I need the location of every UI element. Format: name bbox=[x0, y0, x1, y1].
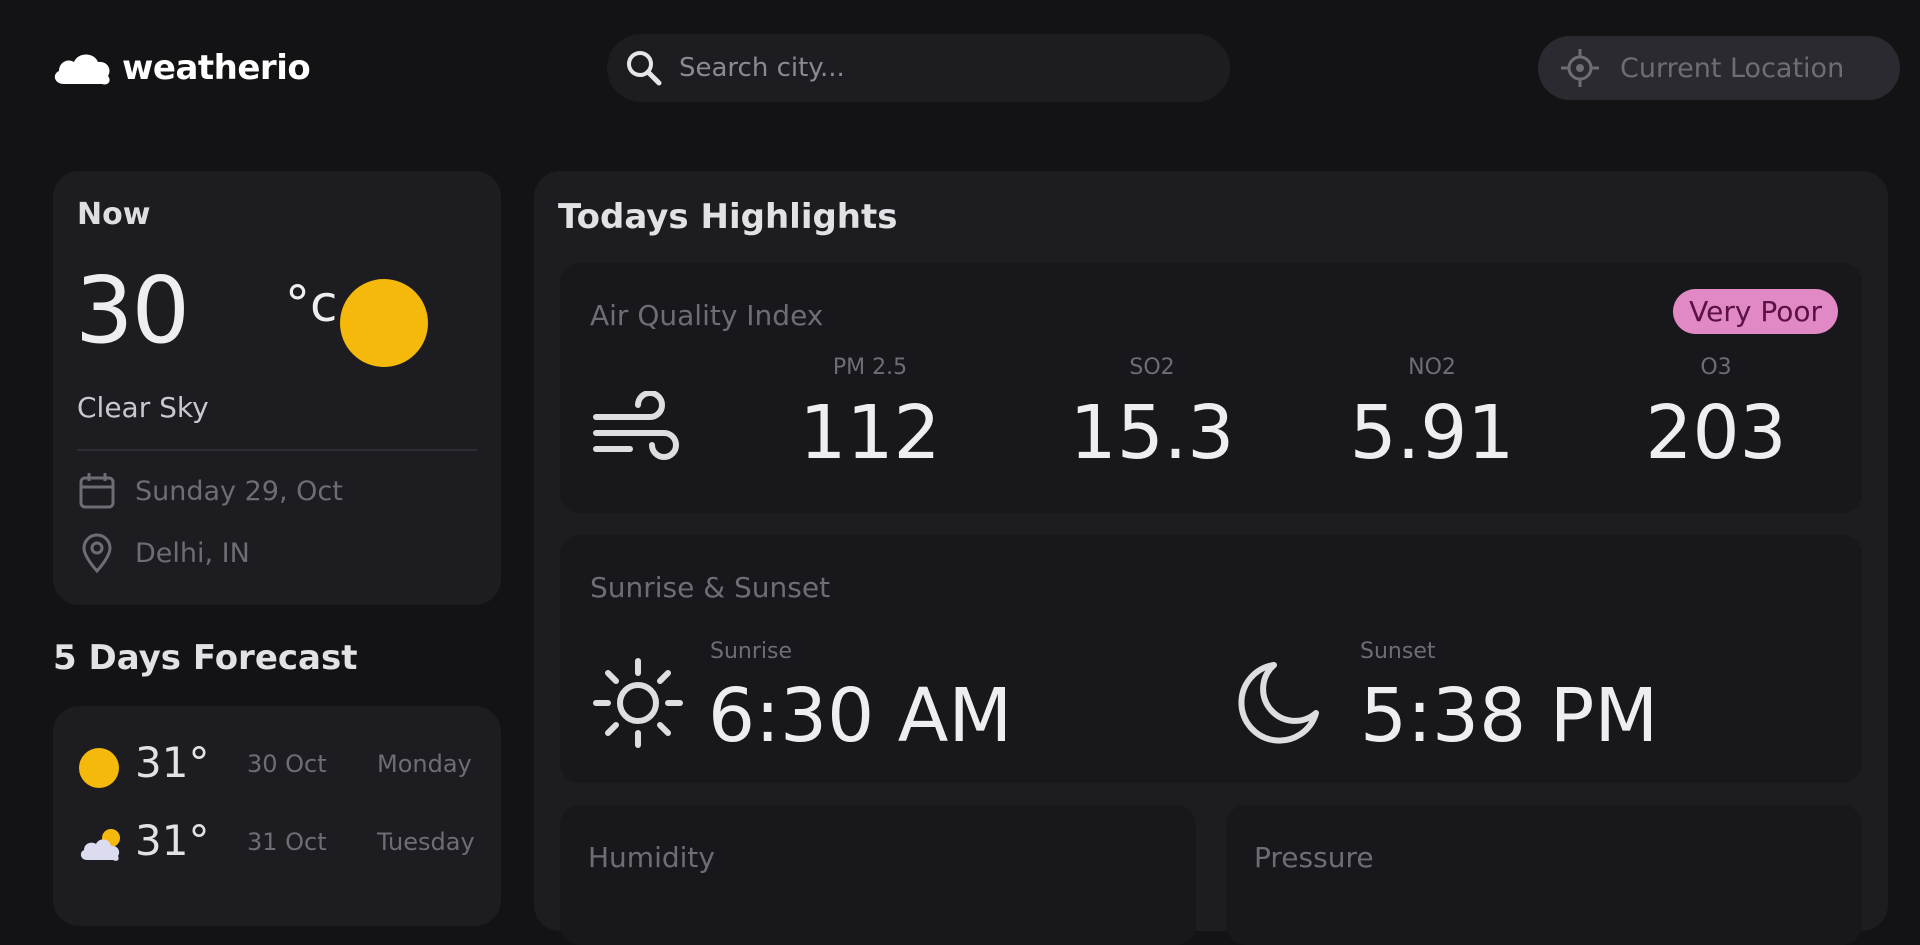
aqi-metric-value: 112 bbox=[799, 390, 941, 476]
search-input[interactable] bbox=[677, 52, 1177, 84]
aqi-metric-label: SO2 bbox=[1129, 355, 1175, 380]
temperature-unit: °c bbox=[285, 275, 338, 333]
calendar-icon bbox=[79, 473, 115, 509]
forecast-date: 30 Oct bbox=[247, 750, 327, 778]
aqi-metric-so2: SO2 15.3 bbox=[1032, 355, 1272, 476]
current-location-label: Current Location bbox=[1620, 52, 1845, 84]
highlights-title: Todays Highlights bbox=[558, 197, 898, 237]
pressure-label: Pressure bbox=[1254, 841, 1374, 874]
pressure-card: Pressure bbox=[1226, 805, 1862, 945]
humidity-card: Humidity bbox=[560, 805, 1196, 945]
forecast-card: 31° 30 Oct Monday 31° 31 Oct Tuesday bbox=[53, 706, 501, 926]
current-location-button[interactable]: Current Location bbox=[1538, 36, 1900, 100]
aqi-metric-label: NO2 bbox=[1408, 355, 1456, 380]
wind-icon bbox=[593, 391, 679, 460]
todays-highlights-card: Todays Highlights Air Quality Index Very… bbox=[534, 171, 1888, 945]
search-icon bbox=[627, 51, 662, 86]
sunrise-label: Sunrise bbox=[710, 639, 793, 664]
date-row: Sunday 29, Oct bbox=[75, 469, 343, 513]
forecast-row: 31° 30 Oct Monday bbox=[77, 734, 485, 794]
sunset-label: Sunset bbox=[1360, 639, 1436, 664]
sunrise-sunset-card: Sunrise & Sunset Sunrise 6:30 AM Sunset … bbox=[560, 535, 1862, 783]
partly-cloudy-icon bbox=[80, 829, 120, 861]
aqi-metric-value: 15.3 bbox=[1069, 390, 1235, 476]
aqi-metric-value: 203 bbox=[1645, 390, 1787, 476]
sunrise-icon bbox=[593, 658, 683, 748]
now-title: Now bbox=[77, 197, 151, 232]
current-weather-card: Now 30 °c Clear Sky Sunday 29, Oct Delhi… bbox=[53, 171, 501, 605]
sunrise-time: 6:30 AM bbox=[708, 673, 1013, 759]
aqi-metric-o3: O3 203 bbox=[1596, 355, 1836, 476]
forecast-temp: 31° bbox=[135, 738, 210, 787]
forecast-temp: 31° bbox=[135, 816, 210, 865]
divider bbox=[77, 449, 477, 451]
aqi-metric-label: O3 bbox=[1700, 355, 1732, 380]
cloud-logo-icon bbox=[54, 54, 110, 85]
aqi-label: Air Quality Index bbox=[590, 299, 824, 332]
forecast-day: Monday bbox=[377, 750, 472, 778]
aqi-status-badge: Very Poor bbox=[1673, 289, 1838, 334]
sun-icon bbox=[340, 279, 428, 367]
aqi-metric-value: 5.91 bbox=[1349, 390, 1515, 476]
aqi-metric-label: PM 2.5 bbox=[832, 355, 908, 380]
weather-condition: Clear Sky bbox=[77, 391, 209, 424]
forecast-day: Tuesday bbox=[377, 828, 475, 856]
app-header: weatherio Current Location bbox=[0, 0, 1920, 140]
sunset-time: 5:38 PM bbox=[1360, 673, 1659, 759]
current-temperature: 30 bbox=[75, 257, 190, 364]
current-date: Sunday 29, Oct bbox=[135, 475, 343, 507]
location-pin-icon bbox=[82, 533, 112, 574]
forecast-date: 31 Oct bbox=[247, 828, 327, 856]
aqi-metric-no2: NO2 5.91 bbox=[1312, 355, 1552, 476]
sun-icon bbox=[79, 748, 119, 788]
location-row: Delhi, IN bbox=[75, 531, 250, 575]
search-bar[interactable] bbox=[607, 34, 1230, 102]
gps-location-icon bbox=[1561, 49, 1599, 87]
air-quality-card: Air Quality Index Very Poor PM 2.5 112 S… bbox=[560, 263, 1862, 513]
logo-text: weatherio bbox=[122, 48, 311, 88]
forecast-row: 31° 31 Oct Tuesday bbox=[77, 812, 485, 872]
sunrise-sunset-title: Sunrise & Sunset bbox=[590, 571, 831, 604]
moon-icon bbox=[1238, 662, 1319, 744]
current-location: Delhi, IN bbox=[135, 537, 250, 569]
app-logo[interactable]: weatherio bbox=[50, 44, 311, 92]
humidity-label: Humidity bbox=[588, 841, 715, 874]
forecast-title: 5 Days Forecast bbox=[53, 638, 358, 678]
aqi-metric-pm25: PM 2.5 112 bbox=[750, 355, 990, 476]
